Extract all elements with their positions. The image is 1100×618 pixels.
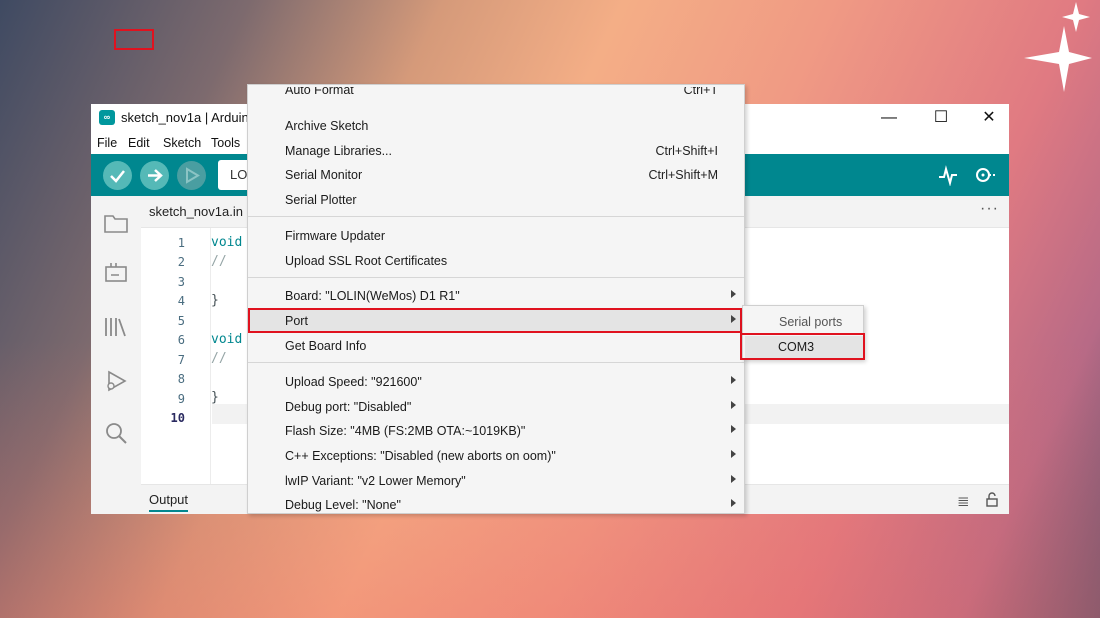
- close-button[interactable]: ✕: [977, 108, 1001, 128]
- menu-item-serial-monitor[interactable]: Serial Monitor Ctrl+Shift+M: [248, 163, 744, 187]
- menu-item-archive-sketch[interactable]: Archive Sketch: [248, 114, 744, 138]
- com3-highlight-box: [740, 333, 865, 360]
- menu-item-get-board-info[interactable]: Get Board Info: [248, 334, 744, 358]
- menu-item-cpp-exceptions[interactable]: C++ Exceptions: "Disabled (new aborts on…: [248, 444, 744, 468]
- serial-plotter-icon[interactable]: [937, 164, 959, 192]
- submenu-arrow-icon: [731, 475, 736, 483]
- line-number: 7: [177, 353, 185, 367]
- code-brace: }: [211, 293, 219, 308]
- menu-item-label: Board: "LOLIN(WeMos) D1 R1": [285, 289, 460, 303]
- menu-item-lwip-variant[interactable]: lwIP Variant: "v2 Lower Memory": [248, 469, 744, 493]
- minimize-button[interactable]: —: [877, 108, 901, 128]
- menu-item-auto-format[interactable]: Auto Format Ctrl+T: [248, 87, 744, 101]
- menu-item-board[interactable]: Board: "LOLIN(WeMos) D1 R1": [248, 284, 744, 308]
- menu-item-shortcut: Ctrl+Shift+M: [648, 168, 718, 182]
- code-keyword: void: [211, 332, 243, 347]
- menu-item-label: Firmware Updater: [285, 229, 386, 243]
- maximize-button[interactable]: ☐: [929, 108, 953, 128]
- menu-item-label: Upload SSL Root Certificates: [285, 254, 448, 268]
- submenu-arrow-icon: [731, 450, 736, 458]
- line-number: 6: [177, 333, 185, 347]
- menu-item-upload-speed[interactable]: Upload Speed: "921600": [248, 370, 744, 394]
- menu-separator: [248, 277, 744, 278]
- menu-item-label: lwIP Variant: "v2 Lower Memory": [285, 474, 466, 488]
- submenu-arrow-icon: [731, 499, 736, 507]
- line-number: 9: [177, 392, 185, 406]
- debug-button[interactable]: [177, 161, 206, 190]
- lock-icon[interactable]: [985, 492, 999, 511]
- menu-item-label: Auto Format: [285, 87, 354, 97]
- submenu-arrow-icon: [731, 425, 736, 433]
- menu-item-debug-level[interactable]: Debug Level: "None": [248, 493, 744, 513]
- menu-sketch[interactable]: Sketch: [163, 136, 201, 150]
- menu-item-firmware-updater[interactable]: Firmware Updater: [248, 224, 744, 248]
- window-title: sketch_nov1a | Arduino: [121, 110, 256, 125]
- menu-item-serial-plotter[interactable]: Serial Plotter: [248, 188, 744, 212]
- folder-icon[interactable]: [103, 210, 129, 236]
- menu-item-label: C++ Exceptions: "Disabled (new aborts on…: [285, 449, 556, 463]
- code-comment: //: [211, 351, 227, 366]
- menu-item-shortcut: Ctrl+Shift+I: [655, 144, 718, 158]
- editor-tab[interactable]: sketch_nov1a.in: [149, 204, 243, 219]
- menu-item-label: Archive Sketch: [285, 119, 369, 133]
- library-icon[interactable]: [103, 314, 129, 340]
- arduino-logo-icon: ∞: [99, 110, 115, 125]
- port-highlight-box: [248, 308, 742, 333]
- line-number: 4: [177, 294, 185, 308]
- menu-item-label: Serial Plotter: [285, 193, 357, 207]
- verify-button[interactable]: [103, 161, 132, 190]
- menu-item-upload-ssl[interactable]: Upload SSL Root Certificates: [248, 249, 744, 273]
- output-tab[interactable]: Output: [149, 492, 189, 512]
- sparkle-icon: [1024, 2, 1092, 92]
- menu-item-shortcut: Ctrl+T: [683, 87, 718, 97]
- tools-dropdown-menu: Auto Format Ctrl+T Archive Sketch Manage…: [247, 84, 745, 514]
- board-manager-icon[interactable]: [103, 260, 129, 286]
- line-number: 2: [177, 255, 185, 269]
- line-number: 3: [177, 275, 185, 289]
- debug-icon: [186, 167, 200, 184]
- code-keyword: void: [211, 235, 243, 250]
- line-number: 1: [177, 236, 185, 250]
- menu-separator: [248, 216, 744, 217]
- line-number: 8: [177, 372, 185, 386]
- menu-item-label: Flash Size: "4MB (FS:2MB OTA:~1019KB)": [285, 424, 526, 438]
- menu-item-label: Manage Libraries...: [285, 144, 393, 158]
- code-comment: //: [211, 254, 227, 269]
- menu-edit[interactable]: Edit: [128, 136, 150, 150]
- code-brace: }: [211, 390, 219, 405]
- menu-file[interactable]: File: [97, 136, 117, 150]
- menu-separator: [248, 362, 744, 363]
- submenu-arrow-icon: [731, 290, 736, 298]
- upload-icon: [148, 169, 163, 182]
- submenu-arrow-icon: [731, 376, 736, 384]
- menu-item-label: Debug port: "Disabled": [285, 400, 412, 414]
- tools-highlight-box: [114, 29, 154, 50]
- submenu-arrow-icon: [731, 401, 736, 409]
- more-options-icon[interactable]: ···: [980, 200, 999, 218]
- menu-item-label: Upload Speed: "921600": [285, 375, 422, 389]
- menu-item-manage-libraries[interactable]: Manage Libraries... Ctrl+Shift+I: [248, 139, 744, 163]
- menu-tools[interactable]: Tools: [211, 136, 240, 150]
- verify-icon: [110, 170, 125, 183]
- menu-item-label: Debug Level: "None": [285, 498, 401, 512]
- clear-output-icon[interactable]: ≣: [957, 492, 970, 510]
- line-number-active: 10: [170, 411, 185, 425]
- upload-button[interactable]: [140, 161, 169, 190]
- menu-item-debug-port[interactable]: Debug port: "Disabled": [248, 395, 744, 419]
- serial-monitor-icon[interactable]: [973, 164, 999, 192]
- line-number-gutter: 1 2 3 4 5 6 7 8 9 10: [141, 228, 211, 484]
- menu-item-label: Serial Monitor: [285, 168, 363, 182]
- search-icon[interactable]: [103, 420, 129, 446]
- sidebar: [91, 196, 141, 514]
- submenu-header: Serial ports: [779, 315, 843, 329]
- debug-icon[interactable]: [103, 368, 129, 394]
- menu-item-label: Get Board Info: [285, 339, 367, 353]
- line-number: 5: [177, 314, 185, 328]
- menu-item-flash-size[interactable]: Flash Size: "4MB (FS:2MB OTA:~1019KB)": [248, 419, 744, 443]
